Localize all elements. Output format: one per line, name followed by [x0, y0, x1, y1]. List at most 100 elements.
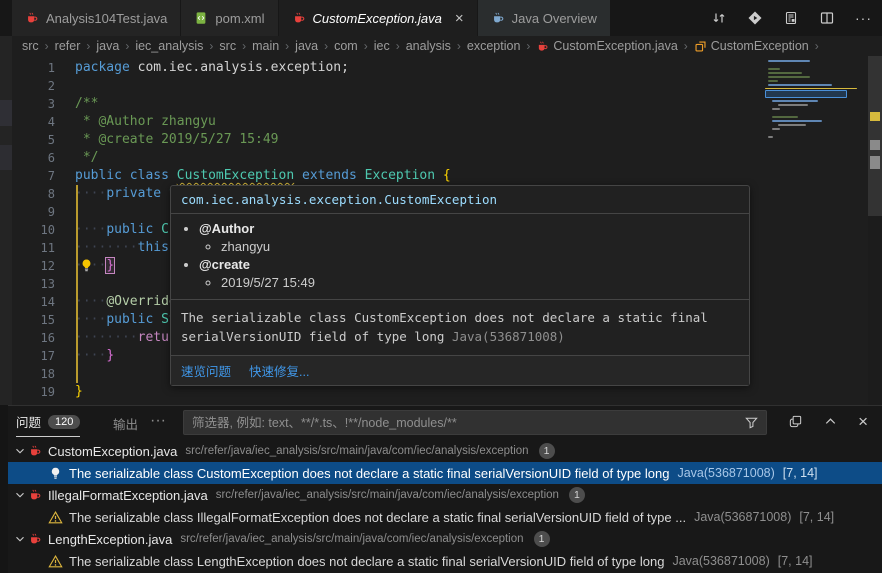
- xml-file-icon: [194, 11, 208, 25]
- breadcrumb-item[interactable]: java: [96, 39, 119, 53]
- breadcrumb-item-file[interactable]: CustomException.java: [536, 39, 677, 53]
- filter-input[interactable]: [184, 416, 744, 430]
- file-name: IllegalFormatException.java: [48, 488, 208, 503]
- breadcrumb-item[interactable]: refer: [55, 39, 81, 53]
- chevron-down-icon[interactable]: [12, 488, 28, 502]
- java-file-icon: [536, 40, 549, 53]
- problems-count-badge: 120: [48, 415, 80, 429]
- overview-ruler[interactable]: [868, 56, 882, 405]
- file-problem-count: 1: [534, 531, 550, 547]
- hover-warning: The serializable class CustomException d…: [171, 299, 749, 355]
- hover-tooltip: com.iec.analysis.exception.CustomExcepti…: [170, 185, 750, 386]
- warning-icon: [48, 554, 63, 569]
- scrollbar-slider[interactable]: [868, 56, 882, 216]
- breadcrumb-separator: ›: [396, 39, 400, 53]
- javadoc-value: 2019/5/27 15:49: [221, 275, 739, 290]
- tab-label: CustomException.java: [313, 11, 442, 26]
- file-problem-count: 1: [569, 487, 585, 503]
- tab-output[interactable]: 输出: [113, 414, 138, 433]
- close-panel-icon[interactable]: ×: [858, 413, 868, 430]
- problem-row[interactable]: The serializable class LengthException d…: [8, 550, 882, 572]
- breadcrumb: src › refer › java › iec_analysis › src › mai…: [0, 36, 882, 56]
- maximize-panel-icon[interactable]: [823, 414, 838, 429]
- minimap[interactable]: [762, 56, 868, 405]
- filter-funnel-icon[interactable]: [744, 415, 759, 430]
- hover-status-bar: 速览问题 快速修复...: [171, 355, 749, 385]
- javadoc-icon[interactable]: [783, 10, 799, 26]
- file-problem-count: 1: [539, 443, 555, 459]
- breadcrumb-separator: ›: [526, 39, 530, 53]
- breadcrumb-item[interactable]: java: [295, 39, 318, 53]
- split-editor-icon[interactable]: [819, 10, 835, 26]
- problem-row-selected[interactable]: The serializable class CustomException d…: [8, 462, 882, 484]
- code-line[interactable]: 6 */: [0, 149, 762, 167]
- tab-analysis104test[interactable]: Analysis104Test.java: [12, 0, 180, 36]
- java-overview-icon: [491, 11, 505, 25]
- breadcrumb-item[interactable]: analysis: [406, 39, 451, 53]
- file-name: CustomException.java: [48, 444, 177, 459]
- quick-fix-lightbulb-icon[interactable]: [79, 258, 94, 273]
- breadcrumb-item[interactable]: iec_analysis: [135, 39, 203, 53]
- tab-bar-spacer: [0, 0, 12, 36]
- problems-label: 问题: [16, 412, 41, 431]
- breadcrumb-separator: ›: [45, 39, 49, 53]
- code-line[interactable]: 2: [0, 77, 762, 95]
- breadcrumb-separator: ›: [285, 39, 289, 53]
- breadcrumb-item[interactable]: iec: [374, 39, 390, 53]
- editor-tab-bar: Analysis104Test.java pom.xml CustomExcep…: [0, 0, 882, 36]
- tab-problems[interactable]: 问题 120: [16, 412, 80, 437]
- problem-source: Java(536871008): [672, 554, 769, 568]
- problem-file-row[interactable]: IllegalFormatException.java src/refer/ja…: [8, 484, 882, 506]
- code-line[interactable]: 3/**: [0, 95, 762, 113]
- run-java-icon[interactable]: [747, 10, 763, 26]
- problem-message: The serializable class IllegalFormatExce…: [69, 510, 686, 525]
- code-line[interactable]: 4 * @Author zhangyu: [0, 113, 762, 131]
- breadcrumb-separator: ›: [86, 39, 90, 53]
- code-line[interactable]: 1package com.iec.analysis.exception;: [0, 59, 762, 77]
- tab-pom-xml[interactable]: pom.xml: [181, 0, 277, 36]
- breadcrumb-separator: ›: [815, 39, 819, 53]
- breadcrumb-item-class[interactable]: CustomException: [694, 39, 809, 53]
- breadcrumb-item[interactable]: src: [22, 39, 39, 53]
- breadcrumb-item[interactable]: src: [219, 39, 236, 53]
- breadcrumb-file-label: CustomException.java: [553, 39, 677, 53]
- left-strip-block: [0, 145, 12, 170]
- problem-file-row[interactable]: LengthException.java src/refer/java/iec_…: [8, 528, 882, 550]
- more-actions-icon[interactable]: ···: [855, 10, 872, 26]
- peek-problem-link[interactable]: 速览问题: [181, 361, 231, 380]
- quick-fix-link[interactable]: 快速修复...: [249, 361, 309, 380]
- breadcrumb-class-label: CustomException: [711, 39, 809, 53]
- restore-views-icon[interactable]: [788, 414, 803, 429]
- breadcrumb-item[interactable]: main: [252, 39, 279, 53]
- code-line[interactable]: 5 * @create 2019/5/27 15:49: [0, 131, 762, 149]
- left-strip-block: [0, 100, 12, 126]
- breadcrumb-separator: ›: [684, 39, 688, 53]
- javadoc-tag: @Author: [199, 221, 254, 236]
- code-line[interactable]: 7public class CustomException extends Ex…: [0, 167, 762, 185]
- problem-position: [7, 14]: [778, 554, 813, 568]
- breadcrumb-item[interactable]: com: [334, 39, 358, 53]
- panel-actions: ×: [788, 413, 868, 430]
- ruler-mark: [870, 156, 880, 169]
- hover-signature: com.iec.analysis.exception.CustomExcepti…: [171, 186, 749, 214]
- problem-position: [7, 14]: [783, 466, 818, 480]
- ruler-mark: [870, 140, 880, 150]
- compare-changes-icon[interactable]: [711, 10, 727, 26]
- chevron-down-icon[interactable]: [12, 444, 28, 458]
- panel-more-tabs-icon[interactable]: ···: [150, 412, 166, 430]
- java-file-icon: [28, 532, 42, 546]
- breadcrumb-item[interactable]: exception: [467, 39, 521, 53]
- tab-label: pom.xml: [215, 11, 264, 26]
- tab-customexception-active[interactable]: CustomException.java ×: [279, 0, 477, 36]
- chevron-down-icon[interactable]: [12, 532, 28, 546]
- left-edge-strip: [0, 36, 12, 405]
- tab-label: Analysis104Test.java: [46, 11, 167, 26]
- problem-position: [7, 14]: [799, 510, 834, 524]
- close-tab-icon[interactable]: ×: [455, 11, 464, 26]
- problem-row[interactable]: The serializable class IllegalFormatExce…: [8, 506, 882, 528]
- problem-file-row[interactable]: CustomException.java src/refer/java/iec_…: [8, 440, 882, 462]
- lightbulb-icon: [48, 466, 63, 481]
- file-name: LengthException.java: [48, 532, 172, 547]
- ide-window: Analysis104Test.java pom.xml CustomExcep…: [0, 0, 882, 573]
- tab-java-overview[interactable]: Java Overview: [478, 0, 610, 36]
